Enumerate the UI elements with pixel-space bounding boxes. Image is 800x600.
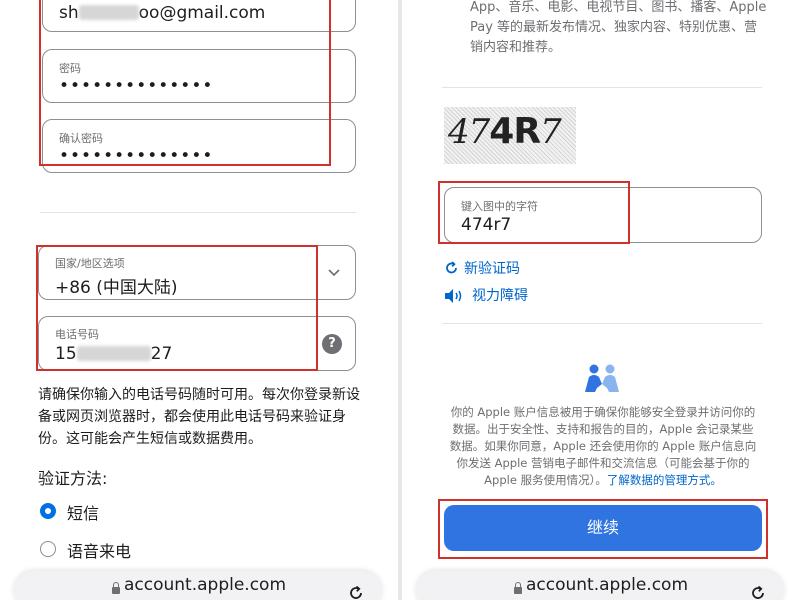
radio-sms[interactable]	[40, 503, 56, 519]
country-select[interactable]: 国家/地区选项 +86 (中国大陆)	[38, 245, 356, 300]
speaker-icon[interactable]	[444, 288, 464, 304]
verify-method-title: 验证方法:	[38, 469, 108, 488]
phone-value: 15 27	[55, 344, 173, 364]
captcha-text: 474R7	[448, 111, 562, 152]
lock-icon	[112, 582, 120, 594]
password-field[interactable]: 密码 ••••••••••••••	[42, 49, 356, 103]
people-icon	[585, 364, 619, 392]
country-value: +86 (中国大陆)	[55, 278, 178, 298]
radio-voice-label[interactable]: 语音来电	[67, 538, 131, 562]
email-value: sh oo@gmail.com	[59, 3, 266, 23]
url-text: account.apple.com	[526, 575, 689, 595]
phone-label: 电话号码	[55, 328, 99, 341]
left-panel: sh oo@gmail.com 密码 •••••••••••••• 确认密码 ••…	[0, 0, 398, 600]
new-code-link[interactable]: 新验证码	[464, 258, 520, 278]
chevron-down-icon	[328, 269, 340, 277]
help-icon[interactable]: ?	[322, 334, 342, 354]
confirm-password-label: 确认密码	[59, 132, 103, 145]
radio-voice[interactable]	[40, 541, 56, 557]
divider	[442, 323, 762, 324]
radio-sms-label[interactable]: 短信	[67, 500, 99, 524]
reload-icon[interactable]	[346, 583, 366, 600]
address-bar[interactable]: account.apple.com	[416, 571, 784, 600]
divider	[40, 212, 356, 213]
password-label: 密码	[59, 62, 81, 75]
captcha-image: 474R7	[444, 107, 576, 164]
privacy-link[interactable]: 了解数据的管理方式。	[607, 473, 722, 487]
captcha-input-value: 474r7	[461, 215, 512, 235]
privacy-text: 你的 Apple 账户信息被用于确保你能够安全登录并访问你的数据。出于安全性、支…	[449, 405, 757, 487]
password-value: ••••••••••••••	[59, 76, 214, 96]
phone-field[interactable]: 电话号码 15 27	[38, 316, 356, 371]
divider	[442, 87, 762, 88]
captcha-input[interactable]: 键入图中的字符 474r7	[444, 187, 762, 243]
right-panel: App、音乐、电影、电视节目、图书、播客、Apple Pay 等的最新发布情况、…	[402, 0, 800, 600]
marketing-text: App、音乐、电影、电视节目、图书、播客、Apple Pay 等的最新发布情况、…	[470, 0, 767, 55]
reload-icon[interactable]	[748, 583, 768, 600]
refresh-icon[interactable]	[444, 260, 460, 276]
phone-note: 请确保你输入的电话号码随时可用。每次你登录新设备或网页浏览器时，都会使用此电话号…	[38, 387, 360, 447]
vision-impaired-link[interactable]: 视力障碍	[472, 285, 528, 305]
address-bar[interactable]: account.apple.com	[14, 571, 382, 600]
continue-button[interactable]: 继续	[444, 505, 762, 551]
confirm-password-value: ••••••••••••••	[59, 146, 214, 166]
lock-icon	[514, 582, 522, 594]
captcha-input-label: 键入图中的字符	[461, 200, 538, 213]
confirm-password-field[interactable]: 确认密码 ••••••••••••••	[42, 119, 356, 173]
url-text: account.apple.com	[124, 575, 287, 595]
country-label: 国家/地区选项	[55, 257, 125, 270]
email-field[interactable]: sh oo@gmail.com	[42, 0, 356, 32]
